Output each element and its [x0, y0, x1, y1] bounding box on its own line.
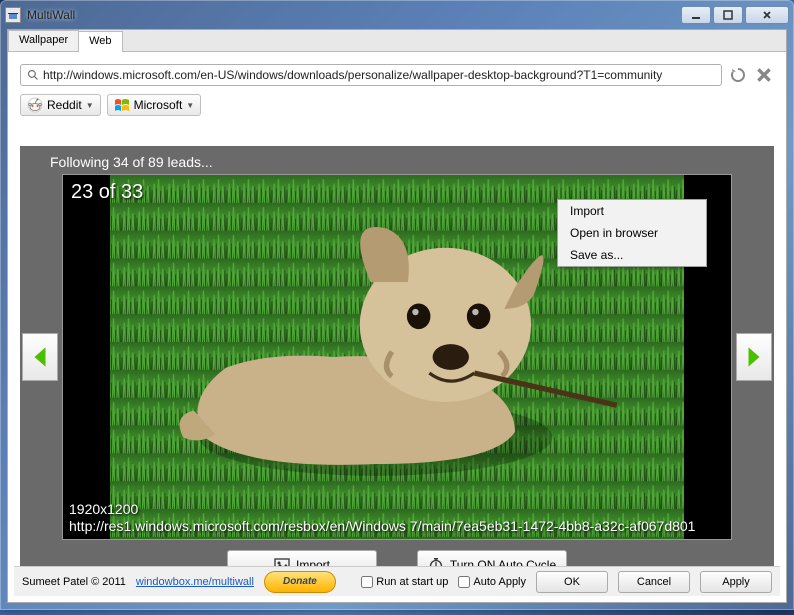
- app-window: MultiWall Wallpaper Web: [0, 0, 794, 610]
- tab-strip: Wallpaper Web: [8, 30, 786, 52]
- apply-button[interactable]: Apply: [700, 571, 772, 593]
- window-controls: [681, 6, 789, 24]
- website-link[interactable]: windowbox.me/multiwall: [136, 576, 254, 588]
- ctx-import[interactable]: Import: [558, 200, 706, 222]
- window-title: MultiWall: [27, 8, 681, 22]
- source-reddit-label: Reddit: [47, 98, 82, 112]
- minimize-button[interactable]: [681, 6, 711, 24]
- url-box[interactable]: [20, 64, 722, 86]
- footer: Sumeet Patel © 2011 windowbox.me/multiwa…: [14, 566, 780, 596]
- run-startup-label: Run at start up: [376, 576, 448, 588]
- ok-button[interactable]: OK: [536, 571, 608, 593]
- chevron-down-icon: ▼: [186, 101, 194, 110]
- source-row: Reddit ▼ Microsoft ▼: [8, 92, 786, 122]
- donate-button[interactable]: Donate: [264, 571, 336, 593]
- prev-button[interactable]: [22, 333, 58, 381]
- refresh-icon: [730, 67, 746, 83]
- tab-wallpaper[interactable]: Wallpaper: [8, 30, 79, 51]
- run-startup-input[interactable]: [361, 576, 373, 588]
- source-reddit-button[interactable]: Reddit ▼: [20, 94, 101, 116]
- run-startup-checkbox[interactable]: Run at start up: [361, 576, 448, 588]
- titlebar[interactable]: MultiWall: [1, 1, 793, 29]
- maximize-button[interactable]: [713, 6, 743, 24]
- image-frame[interactable]: 23 of 33 1920x1200 http://res1.windows.m…: [62, 174, 732, 540]
- copyright-text: Sumeet Patel © 2011: [22, 576, 126, 588]
- image-counter: 23 of 33: [71, 181, 143, 204]
- url-input[interactable]: [43, 68, 715, 82]
- search-icon: [27, 69, 39, 81]
- close-button[interactable]: [745, 6, 789, 24]
- source-microsoft-button[interactable]: Microsoft ▼: [107, 94, 202, 116]
- image-stage: 23 of 33 1920x1200 http://res1.windows.m…: [20, 174, 774, 540]
- next-button[interactable]: [736, 333, 772, 381]
- context-menu: Import Open in browser Save as...: [557, 199, 707, 267]
- ctx-open-browser[interactable]: Open in browser: [558, 222, 706, 244]
- tab-web[interactable]: Web: [78, 31, 122, 52]
- source-microsoft-label: Microsoft: [134, 98, 183, 112]
- close-icon: [755, 66, 773, 84]
- app-icon: [5, 7, 21, 23]
- chevron-down-icon: ▼: [86, 101, 94, 110]
- arrow-right-icon: [745, 346, 763, 368]
- following-status: Following 34 of 89 leads...: [20, 146, 774, 174]
- url-row: [8, 52, 786, 92]
- auto-apply-label: Auto Apply: [473, 576, 526, 588]
- reddit-icon: [27, 97, 43, 113]
- image-resolution: 1920x1200: [69, 501, 725, 518]
- auto-apply-input[interactable]: [458, 576, 470, 588]
- web-panel: Reddit ▼ Microsoft ▼ Following 34 of 89 …: [8, 52, 786, 602]
- clear-button[interactable]: [754, 65, 774, 85]
- refresh-button[interactable]: [728, 65, 748, 85]
- viewer-panel: Following 34 of 89 leads...: [20, 146, 774, 590]
- cancel-button[interactable]: Cancel: [618, 571, 690, 593]
- content-area: Wallpaper Web Reddit ▼: [7, 29, 787, 603]
- image-info: 1920x1200 http://res1.windows.microsoft.…: [69, 501, 725, 535]
- image-source-url: http://res1.windows.microsoft.com/resbox…: [69, 518, 725, 535]
- arrow-left-icon: [31, 346, 49, 368]
- windows-icon: [114, 97, 130, 113]
- auto-apply-checkbox[interactable]: Auto Apply: [458, 576, 526, 588]
- ctx-save-as[interactable]: Save as...: [558, 244, 706, 266]
